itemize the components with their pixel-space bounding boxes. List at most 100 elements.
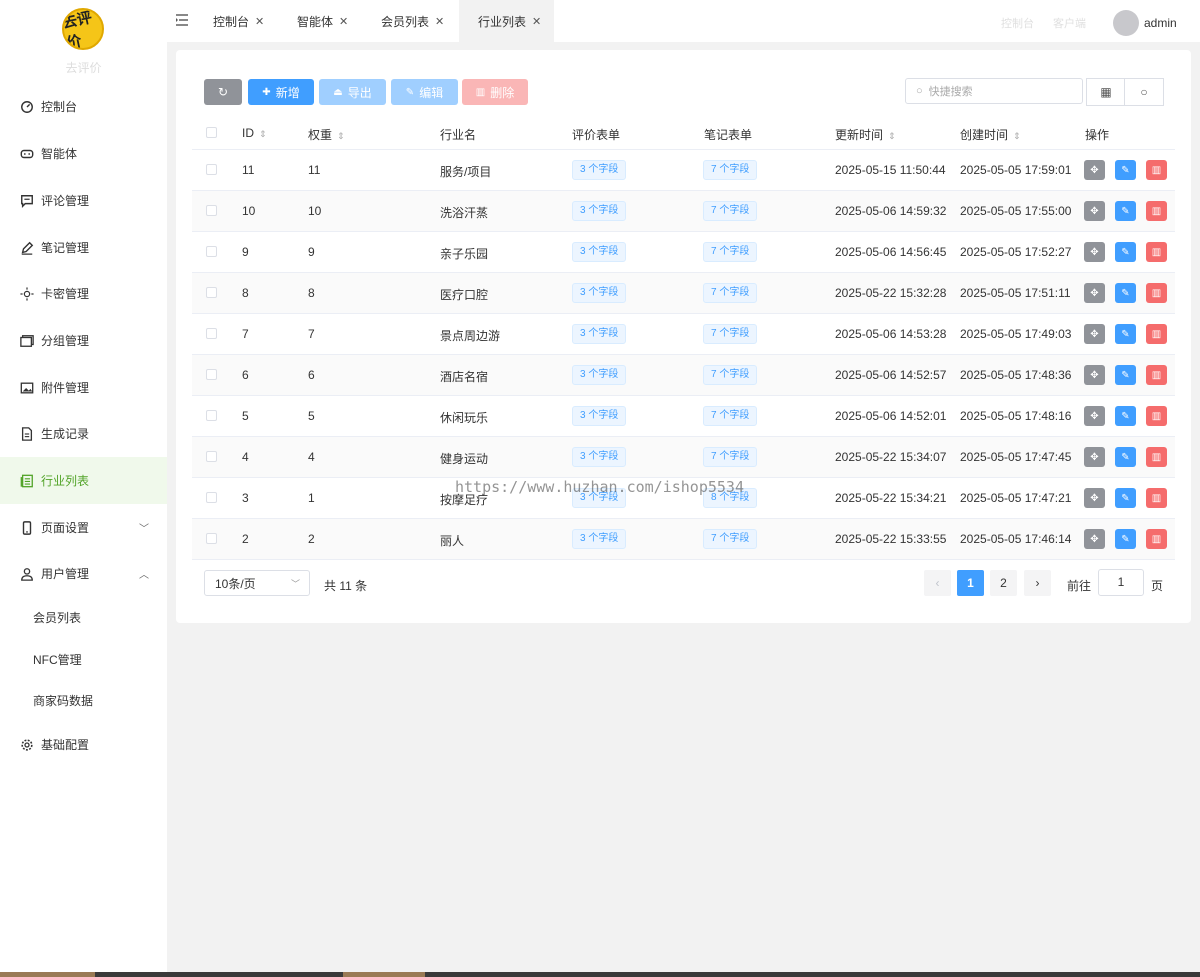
sidebar-subitem-members[interactable]: 会员列表 — [0, 597, 167, 637]
sidebar-item-user-management[interactable]: 用户管理 ︿ — [0, 550, 167, 597]
sidebar-item-basic-config[interactable]: 基础配置 — [0, 721, 167, 768]
drag-handle-button[interactable]: ✥ — [1084, 283, 1105, 303]
edit-button[interactable]: ✎ 编辑 — [391, 79, 458, 105]
close-icon[interactable]: ✕ — [339, 15, 348, 28]
top-link-client[interactable]: 客户端 — [1053, 15, 1086, 31]
sort-icon[interactable]: ⇕ — [888, 131, 896, 141]
sidebar-item-records[interactable]: 生成记录 — [0, 410, 167, 457]
row-delete-button[interactable]: ▥ — [1146, 324, 1167, 344]
table-row[interactable]: 9 9 亲子乐园 3 个字段 7 个字段 2025-05-06 14:56:45 2025-… — [192, 232, 1175, 273]
drag-handle-button[interactable]: ✥ — [1084, 406, 1105, 426]
sidebar-item-dashboard[interactable]: 控制台 — [0, 83, 167, 130]
row-edit-button[interactable]: ✎ — [1115, 283, 1136, 303]
page-size-select[interactable]: 10条/页 ﹀ — [204, 570, 310, 596]
search-input[interactable]: ○ 快捷搜索 — [905, 78, 1083, 104]
row-delete-button[interactable]: ▥ — [1146, 488, 1167, 508]
row-checkbox[interactable] — [206, 369, 217, 380]
row-checkbox[interactable] — [206, 451, 217, 462]
header-id[interactable]: ID ⇕ — [242, 126, 267, 140]
menu-toggle-icon[interactable] — [175, 13, 189, 27]
sidebar-item-comments[interactable]: 评论管理 — [0, 177, 167, 224]
row-checkbox[interactable] — [206, 164, 217, 175]
table-row[interactable]: 7 7 景点周边游 3 个字段 7 个字段 2025-05-06 14:53:28 2025… — [192, 314, 1175, 355]
table-row[interactable]: 4 4 健身运动 3 个字段 7 个字段 2025-05-22 15:34:07 2025-… — [192, 437, 1175, 478]
table-row[interactable]: 6 6 酒店名宿 3 个字段 7 个字段 2025-05-06 14:52:57 2025-… — [192, 355, 1175, 396]
logo[interactable]: logo去评价 — [62, 8, 104, 50]
row-edit-button[interactable]: ✎ — [1115, 242, 1136, 262]
row-delete-button[interactable]: ▥ — [1146, 365, 1167, 385]
row-edit-button[interactable]: ✎ — [1115, 488, 1136, 508]
table-row[interactable]: 2 2 丽人 3 个字段 7 个字段 2025-05-22 15:33:55 2025-05… — [192, 519, 1175, 560]
add-button[interactable]: ✚ 新增 — [248, 79, 314, 105]
row-delete-button[interactable]: ▥ — [1146, 529, 1167, 549]
tab-members[interactable]: 会员列表 ✕ — [371, 0, 457, 42]
table-row[interactable]: 10 10 洗浴汗蒸 3 个字段 7 个字段 2025-05-06 14:59:32 202… — [192, 191, 1175, 232]
drag-handle-button[interactable]: ✥ — [1084, 529, 1105, 549]
header-created[interactable]: 创建时间 ⇕ — [960, 126, 1021, 143]
drag-handle-button[interactable]: ✥ — [1084, 447, 1105, 467]
sidebar-subitem-merchant-code[interactable]: 商家码数据 — [0, 680, 167, 720]
row-edit-button[interactable]: ✎ — [1115, 365, 1136, 385]
row-checkbox[interactable] — [206, 246, 217, 257]
row-checkbox[interactable] — [206, 410, 217, 421]
drag-handle-button[interactable]: ✥ — [1084, 488, 1105, 508]
search-button[interactable]: ○ — [1124, 78, 1164, 106]
next-page-button[interactable]: › — [1024, 570, 1051, 596]
sidebar-item-cards[interactable]: 卡密管理 — [0, 270, 167, 317]
row-checkbox[interactable] — [206, 492, 217, 503]
row-checkbox[interactable] — [206, 328, 217, 339]
sidebar-item-industry[interactable]: 行业列表 — [0, 457, 167, 504]
goto-page-input[interactable]: 1 — [1098, 569, 1144, 596]
close-icon[interactable]: ✕ — [255, 15, 264, 28]
page-1-button[interactable]: 1 — [957, 570, 984, 596]
drag-handle-button[interactable]: ✥ — [1084, 242, 1105, 262]
prev-page-button[interactable]: ‹ — [924, 570, 951, 596]
row-edit-button[interactable]: ✎ — [1115, 160, 1136, 180]
header-weight[interactable]: 权重 ⇕ — [308, 126, 345, 143]
export-button[interactable]: ⏏ 导出 — [319, 79, 386, 105]
row-delete-button[interactable]: ▥ — [1146, 283, 1167, 303]
header-updated[interactable]: 更新时间 ⇕ — [835, 126, 896, 143]
table-row[interactable]: 8 8 医疗口腔 3 个字段 7 个字段 2025-05-22 15:32:28 2025-… — [192, 273, 1175, 314]
select-all-checkbox[interactable] — [206, 127, 217, 138]
sidebar-item-groups[interactable]: 分组管理 — [0, 317, 167, 364]
row-delete-button[interactable]: ▥ — [1146, 201, 1167, 221]
sidebar-item-agent[interactable]: 智能体 — [0, 130, 167, 177]
drag-handle-button[interactable]: ✥ — [1084, 324, 1105, 344]
sidebar-item-attachments[interactable]: 附件管理 — [0, 364, 167, 411]
close-icon[interactable]: ✕ — [532, 15, 541, 28]
delete-button[interactable]: ▥ 删除 — [462, 79, 528, 105]
tab-industry[interactable]: 行业列表 ✕ — [459, 0, 554, 42]
page-2-button[interactable]: 2 — [990, 570, 1017, 596]
drag-handle-button[interactable]: ✥ — [1084, 201, 1105, 221]
tab-dashboard[interactable]: 控制台 ✕ — [203, 0, 277, 42]
row-edit-button[interactable]: ✎ — [1115, 529, 1136, 549]
row-checkbox[interactable] — [206, 533, 217, 544]
row-edit-button[interactable]: ✎ — [1115, 447, 1136, 467]
sort-icon[interactable]: ⇕ — [259, 129, 267, 139]
row-delete-button[interactable]: ▥ — [1146, 242, 1167, 262]
row-delete-button[interactable]: ▥ — [1146, 406, 1167, 426]
close-icon[interactable]: ✕ — [435, 15, 444, 28]
username[interactable]: admin — [1144, 16, 1177, 30]
top-link-dashboard[interactable]: 控制台 — [1001, 15, 1034, 31]
table-row[interactable]: 11 11 服务/项目 3 个字段 7 个字段 2025-05-15 11:50:44 20… — [192, 150, 1175, 191]
sidebar-item-notes[interactable]: 笔记管理 — [0, 224, 167, 271]
drag-handle-button[interactable]: ✥ — [1084, 160, 1105, 180]
sort-icon[interactable]: ⇕ — [337, 131, 345, 141]
row-edit-button[interactable]: ✎ — [1115, 201, 1136, 221]
row-edit-button[interactable]: ✎ — [1115, 406, 1136, 426]
column-toggle-button[interactable]: ▦ — [1086, 78, 1126, 106]
row-delete-button[interactable]: ▥ — [1146, 160, 1167, 180]
sidebar-subitem-nfc[interactable]: NFC管理 — [0, 639, 167, 679]
refresh-button[interactable]: ↻ — [204, 79, 242, 105]
row-edit-button[interactable]: ✎ — [1115, 324, 1136, 344]
drag-handle-button[interactable]: ✥ — [1084, 365, 1105, 385]
sidebar-item-page-settings[interactable]: 页面设置 ﹀ — [0, 504, 167, 551]
row-checkbox[interactable] — [206, 205, 217, 216]
tab-agent[interactable]: 智能体 ✕ — [287, 0, 361, 42]
row-delete-button[interactable]: ▥ — [1146, 447, 1167, 467]
row-checkbox[interactable] — [206, 287, 217, 298]
sort-icon[interactable]: ⇕ — [1013, 131, 1021, 141]
avatar[interactable] — [1113, 10, 1139, 36]
